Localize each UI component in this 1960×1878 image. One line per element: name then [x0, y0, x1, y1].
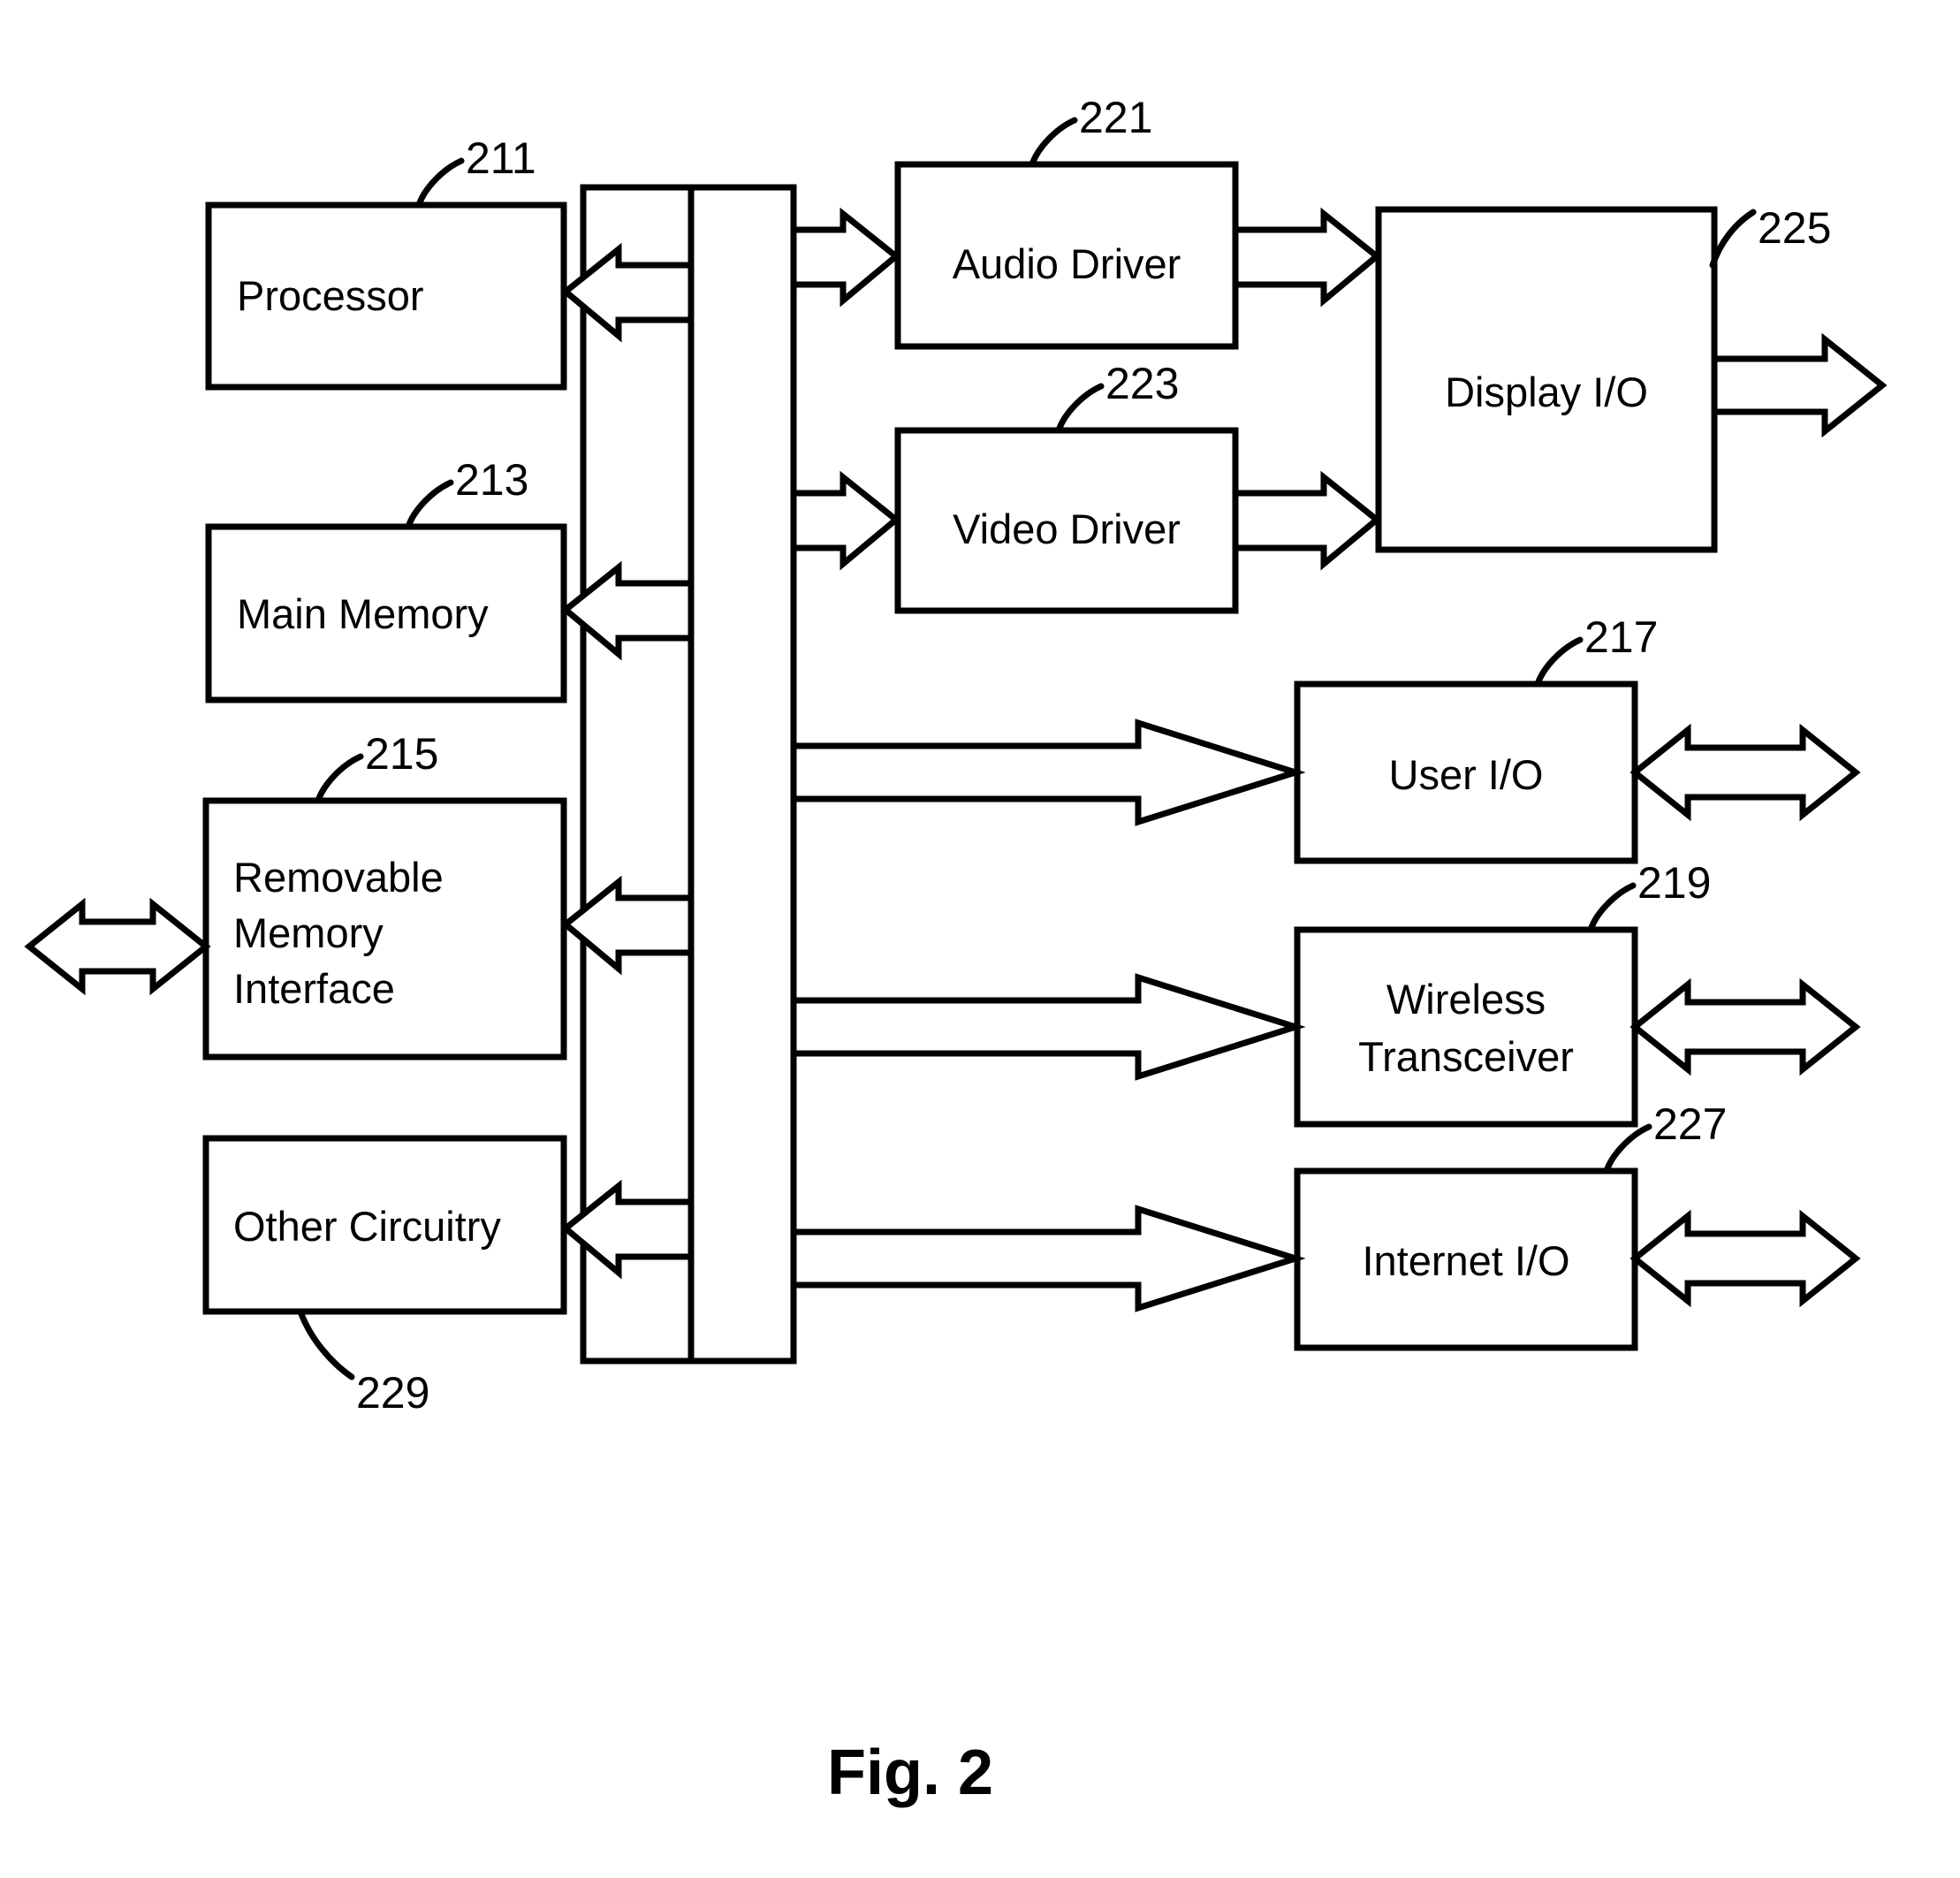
block-removable-memory-label-line3: Interface [233, 965, 395, 1012]
arrow-wireless-transceiver-external [1630, 977, 1861, 1076]
ref-numeral-213: 213 [455, 455, 528, 505]
leader-line-223 [1055, 383, 1105, 434]
block-other-circuitry-label: Other Circuitry [233, 1203, 501, 1250]
block-removable-memory-label-line2: Memory [233, 909, 384, 956]
leader-line-213 [405, 479, 454, 530]
ref-numeral-211: 211 [466, 133, 536, 183]
ref-numeral-217: 217 [1584, 612, 1658, 662]
ref-numeral-225: 225 [1758, 203, 1831, 253]
block-diagram-svg: Processor Main Memory Removable Memory I… [24, 93, 1888, 1808]
leader-line-215 [315, 753, 364, 804]
block-video-driver-label: Video Driver [953, 506, 1181, 552]
leader-line-221 [1029, 117, 1078, 168]
arrow-video-driver-to-display-io [1232, 470, 1382, 571]
block-wireless-transceiver[interactable] [1294, 926, 1638, 1128]
ref-numeral-223: 223 [1105, 359, 1179, 408]
block-main-memory-label: Main Memory [237, 590, 489, 637]
block-internet-io-label: Internet I/O [1362, 1237, 1569, 1284]
arrow-bus-to-user-io [790, 719, 1306, 826]
bus-left-channel [580, 184, 695, 1365]
arrow-bus-to-audio-driver [790, 207, 901, 308]
arrow-removable-memory-external [24, 897, 211, 996]
block-removable-memory-label-line1: Removable [233, 854, 444, 901]
block-audio-driver-label: Audio Driver [953, 240, 1181, 287]
ref-numeral-215: 215 [365, 729, 438, 779]
block-wireless-transceiver-label-line2: Transceiver [1358, 1033, 1574, 1080]
ref-numeral-221: 221 [1079, 93, 1152, 142]
block-wireless-transceiver-label-line1: Wireless [1386, 976, 1546, 1023]
leader-line-229 [297, 1308, 355, 1380]
arrow-internet-io-external [1630, 1209, 1861, 1308]
leader-line-227 [1603, 1123, 1652, 1175]
figure-caption: Fig. 2 [827, 1737, 993, 1808]
leader-line-225 [1709, 209, 1757, 269]
ref-numeral-219: 219 [1637, 858, 1711, 908]
arrow-audio-driver-to-display-io [1232, 207, 1382, 308]
arrow-user-io-external [1630, 723, 1861, 822]
ref-numeral-227: 227 [1653, 1099, 1727, 1149]
arrow-bus-to-internet-io [790, 1205, 1306, 1312]
patent-figure-2: Processor Main Memory Removable Memory I… [0, 0, 1960, 1878]
block-processor-label: Processor [237, 272, 424, 319]
leader-line-217 [1534, 636, 1584, 688]
arrow-bus-to-video-driver [790, 470, 901, 571]
leader-line-219 [1587, 882, 1637, 933]
block-display-io-label: Display I/O [1445, 369, 1648, 415]
arrow-bus-to-wireless-transceiver [790, 973, 1306, 1081]
block-user-io-label: User I/O [1389, 751, 1544, 798]
arrow-display-io-external [1711, 332, 1888, 438]
leader-line-211 [415, 157, 465, 209]
system-bus [688, 184, 797, 1365]
ref-numeral-229: 229 [356, 1368, 429, 1418]
